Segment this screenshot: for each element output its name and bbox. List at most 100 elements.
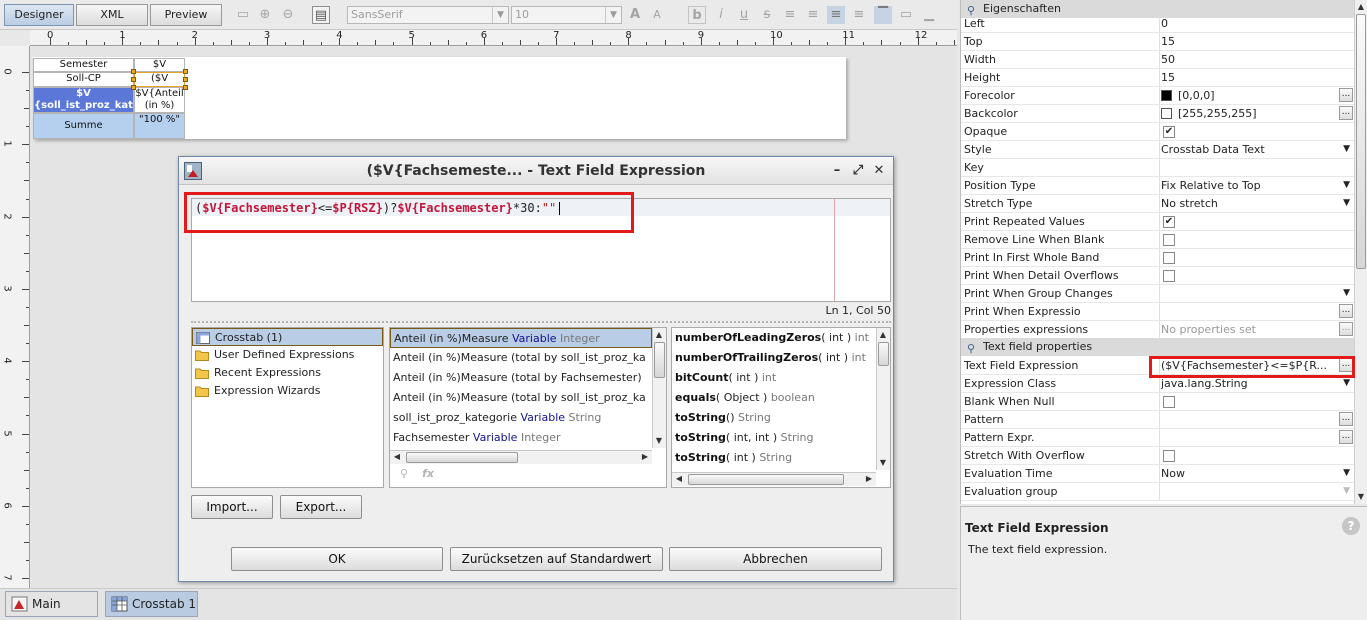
scroll-up-icon[interactable]: ▲ [653,329,665,341]
ellipsis-button[interactable]: ... [1339,430,1353,444]
scroll-left-icon[interactable]: ◀ [673,473,685,485]
property-value[interactable]: ▼ [1159,483,1354,500]
import-button[interactable]: Import... [191,495,273,519]
cell-semester-value[interactable]: $V [134,58,185,72]
font-size-combo[interactable]: 10 ▼ [511,6,622,24]
property-value[interactable]: No properties set... [1159,321,1354,338]
decrease-font-icon[interactable]: A [648,6,666,24]
property-value[interactable]: Now ▼ [1159,465,1354,482]
selection-handle[interactable] [131,77,136,82]
selection-handle[interactable] [183,69,188,74]
property-row[interactable]: Left 0 [961,15,1354,33]
scroll-up-icon[interactable]: ▲ [877,329,889,341]
property-row[interactable]: Pattern... [961,411,1354,429]
tree-item-user-defined[interactable]: User Defined Expressions [192,346,383,364]
property-value[interactable]: 50 [1159,51,1354,68]
dialog-title-bar[interactable]: ($V{Fachsemeste... - Text Field Expressi… [179,157,893,185]
property-row[interactable]: Pattern Expr.... [961,429,1354,447]
property-value[interactable] [1159,447,1354,464]
property-value[interactable]: Crosstab Data Text ▼ [1159,141,1354,158]
checkbox[interactable] [1163,396,1175,408]
method-item[interactable]: toString( int, int ) String [672,428,876,448]
checkbox[interactable] [1163,450,1175,462]
header-soll-cp[interactable]: Soll-CP [33,72,134,87]
properties-scrollbar[interactable]: ▲ ▼ [1354,0,1367,504]
property-row[interactable]: Forecolor [0,0,0]... [961,87,1354,105]
property-value[interactable]: 15 [1159,69,1354,86]
header-summe[interactable]: Summe [33,113,134,139]
property-value[interactable]: Fix Relative to Top ▼ [1159,177,1354,194]
method-item[interactable]: toString( int ) String [672,448,876,468]
property-row[interactable]: Print When Detail Overflows [961,267,1354,285]
cell-soll-cp-value[interactable]: ($V [134,72,185,87]
variables-vertical-scrollbar[interactable]: ▲ ▼ [652,328,666,448]
close-icon[interactable]: ✕ [871,163,887,179]
property-row[interactable]: Print When Expressio... [961,303,1354,321]
tab-main-report[interactable]: Main report [5,591,98,617]
property-value[interactable]: ✔ [1159,213,1354,230]
chevron-down-icon[interactable]: ▼ [1343,141,1350,158]
chevron-down-icon[interactable]: ▼ [1343,195,1350,212]
tree-item-recent[interactable]: Recent Expressions [192,364,383,382]
scroll-thumb[interactable] [878,342,889,366]
cancel-button[interactable]: Abbrechen [669,547,882,571]
property-row[interactable]: Top 15 [961,33,1354,51]
property-value[interactable] [1159,249,1354,266]
align-center-icon[interactable]: ≡ [827,6,845,24]
increase-font-icon[interactable]: A [626,6,644,24]
property-row[interactable]: Properties expressions No properties set.… [961,321,1354,339]
method-item[interactable]: bitCount( int ) int [672,368,876,388]
section-text-field-properties[interactable]: ⚲ Text field properties [961,338,1354,356]
variable-item[interactable]: Anteil (in %)Measure (total by soll_ist_… [390,388,652,408]
minimize-icon[interactable]: – [829,163,845,179]
chevron-down-icon[interactable]: ▼ [1343,465,1350,482]
property-row[interactable]: Remove Line When Blank [961,231,1354,249]
variable-item[interactable]: Anteil (in %)Measure (total by soll_ist_… [390,348,652,368]
property-value[interactable]: ✔ [1159,123,1354,140]
header-soll-ist-proz[interactable]: $V {soll_ist_proz_kate [33,87,134,113]
property-value[interactable] [1159,231,1354,248]
filter-icon[interactable]: ⚲ [400,467,408,480]
align-justify-icon[interactable]: ≡ [804,6,822,24]
property-value[interactable] [1159,267,1354,284]
property-row[interactable]: Backcolor [255,255,255]... [961,105,1354,123]
align-right-icon[interactable]: ≡ [850,6,868,24]
zoom-out-icon[interactable]: ⊖ [279,6,297,24]
variable-item[interactable]: Anteil (in %)Measure (total by Fachsemes… [390,368,652,388]
tab-designer[interactable]: Designer [4,4,74,26]
scroll-right-icon[interactable]: ▶ [863,473,875,485]
ok-button[interactable]: OK [231,547,443,571]
scroll-down-icon[interactable]: ▼ [653,435,665,447]
tree-item-crosstab[interactable]: Crosstab (1) [192,328,383,346]
underline-icon[interactable]: u [735,6,753,24]
property-row[interactable]: Blank When Null [961,393,1354,411]
property-value[interactable]: 15 [1159,33,1354,50]
align-bottom-icon[interactable]: ▁ [920,6,938,24]
reset-default-button[interactable]: Zurücksetzen auf Standardwert [450,547,663,571]
scroll-left-icon[interactable]: ◀ [391,451,403,463]
methods-horizontal-scrollbar[interactable]: ◀ ▶ [672,472,876,486]
selection-handle[interactable] [131,85,136,90]
method-item[interactable]: equals( Object ) boolean [672,388,876,408]
variables-horizontal-scrollbar[interactable]: ◀ ▶ [390,450,652,464]
tab-crosstab-1[interactable]: Crosstab 1 [105,591,198,617]
paste-icon[interactable]: ▤ [312,6,330,24]
function-icon[interactable]: fx [422,467,434,480]
methods-vertical-scrollbar[interactable]: ▲ ▼ [876,328,890,470]
scroll-thumb[interactable] [1356,14,1366,269]
property-row[interactable]: Print When Group Changes ▼ [961,285,1354,303]
export-button[interactable]: Export... [280,495,362,519]
variable-item[interactable]: soll_ist_proz_kategorie Variable String [390,408,652,428]
italic-icon[interactable]: i [712,6,730,24]
property-row[interactable]: Evaluation Time Now ▼ [961,465,1354,483]
property-row[interactable]: Stretch Type No stretch ▼ [961,195,1354,213]
property-row[interactable]: Position Type Fix Relative to Top ▼ [961,177,1354,195]
property-value[interactable]: No stretch ▼ [1159,195,1354,212]
chevron-down-icon[interactable]: ▼ [1343,483,1350,500]
selection-handle[interactable] [131,69,136,74]
scroll-thumb[interactable] [406,452,518,463]
property-row[interactable]: Print In First Whole Band [961,249,1354,267]
ellipsis-button[interactable]: ... [1339,88,1353,102]
variable-item[interactable]: Fachsemester Variable Integer [390,428,652,448]
property-row[interactable]: Width 50 [961,51,1354,69]
